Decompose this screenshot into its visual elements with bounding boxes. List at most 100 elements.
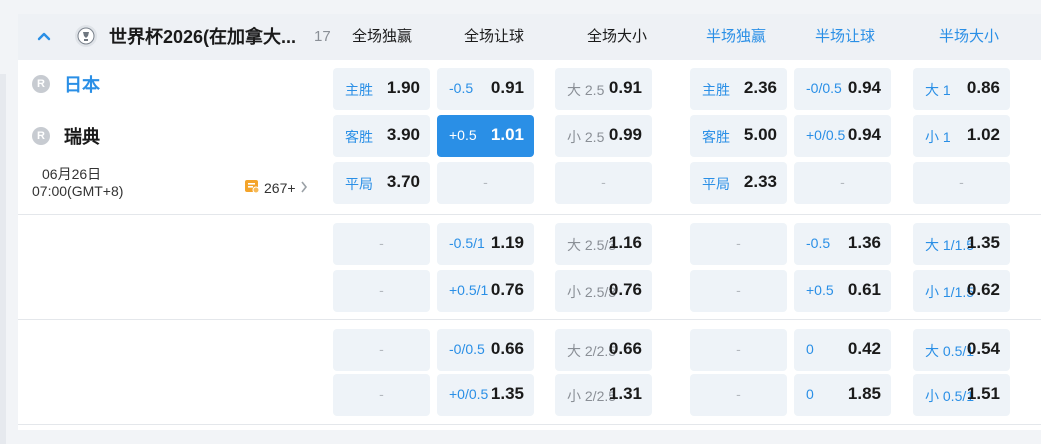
- odds-cell-ht-handicap[interactable]: 0 1.85: [794, 374, 891, 416]
- odds-cell-ht-handicap[interactable]: -0/0.5 0.94: [794, 68, 891, 110]
- odds-cell-ht-handicap[interactable]: -0.5 1.36: [794, 223, 891, 265]
- odds-cell-ht-over-under[interactable]: 大 0.5/1 0.54: [913, 329, 1010, 371]
- empty-odds: -: [379, 235, 384, 251]
- odds-cell-ft-over-under[interactable]: 大 2.5/3 1.16: [555, 223, 652, 265]
- odds-value: 1.85: [847, 384, 881, 403]
- odds-cell-ht-1x2[interactable]: 平局 2.33: [690, 162, 787, 204]
- odds-cell-ft-handicap[interactable]: +0.5 1.01: [437, 115, 534, 157]
- row-divider: [18, 214, 1041, 215]
- odds-label: +0.5: [449, 127, 477, 143]
- odds-cell-ht-handicap[interactable]: +0.5 0.61: [794, 270, 891, 312]
- odds-value: 0.62: [966, 280, 1000, 299]
- odds-cell-ht-over-under[interactable]: 小 1/1.5 0.62: [913, 270, 1010, 312]
- odds-cell-ht-over-under[interactable]: 大 1/1.5 1.35: [913, 223, 1010, 265]
- header-ht-over-under: 半场大小: [938, 28, 999, 45]
- odds-cell-ft-over-under[interactable]: 小 2.5 0.99: [555, 115, 652, 157]
- away-team[interactable]: R 瑞典: [32, 123, 100, 149]
- empty-odds: -: [379, 341, 384, 357]
- odds-cell-ft-over-under[interactable]: 大 2.5 0.91: [555, 68, 652, 110]
- away-team-name: 瑞典: [64, 127, 100, 147]
- odds-cell-ht-1x2[interactable]: 主胜 2.36: [690, 68, 787, 110]
- row-divider: [18, 424, 1041, 425]
- odds-value: 0.76: [608, 280, 642, 299]
- odds-cell-ht-1x2: -: [690, 223, 787, 265]
- odds-label: 平局: [345, 176, 373, 192]
- odds-cell-ft-handicap[interactable]: -0/0.5 0.66: [437, 329, 534, 371]
- odds-cell-ft-1x2: -: [333, 329, 430, 371]
- odds-value: 0.66: [490, 339, 524, 358]
- league-name[interactable]: 世界杯2026(在加拿大...: [109, 25, 309, 49]
- odds-value: 5.00: [743, 125, 777, 144]
- empty-odds: -: [736, 235, 741, 251]
- odds-cell-ft-1x2: -: [333, 270, 430, 312]
- odds-value: 0.42: [847, 339, 881, 358]
- left-scrollbar[interactable]: [0, 74, 6, 444]
- odds-cell-ft-handicap[interactable]: +0/0.5 1.35: [437, 374, 534, 416]
- odds-cell-ht-1x2: -: [690, 270, 787, 312]
- world-cup-emblem-icon: [75, 25, 97, 47]
- odds-value: 3.70: [386, 172, 420, 191]
- odds-value: 1.36: [847, 233, 881, 252]
- odds-label: +0.5/1: [449, 282, 489, 298]
- odds-value: 0.66: [608, 339, 642, 358]
- empty-odds: -: [601, 174, 606, 190]
- odds-cell-ht-1x2: -: [690, 374, 787, 416]
- odds-cell-ht-over-under[interactable]: 大 1 0.86: [913, 68, 1010, 110]
- odds-cell-ft-1x2[interactable]: 主胜 1.90: [333, 68, 430, 110]
- odds-label: 主胜: [702, 82, 730, 98]
- odds-cell-ft-handicap[interactable]: +0.5/1 0.76: [437, 270, 534, 312]
- match-time: 07:00(GMT+8): [32, 183, 124, 199]
- odds-label: -0.5: [806, 235, 831, 251]
- empty-odds: -: [379, 386, 384, 402]
- odds-value: 1.90: [386, 78, 420, 97]
- more-markets-link[interactable]: 267+: [244, 178, 308, 197]
- odds-cell-ft-over-under[interactable]: 小 2.5/3 0.76: [555, 270, 652, 312]
- odds-cell-ht-over-under[interactable]: 小 1 1.02: [913, 115, 1010, 157]
- chevron-up-icon[interactable]: [35, 27, 53, 45]
- odds-value: 2.33: [743, 172, 777, 191]
- odds-cell-ft-handicap[interactable]: -0.5/1 1.19: [437, 223, 534, 265]
- odds-cell-ht-over-under[interactable]: 小 0.5/1 1.51: [913, 374, 1010, 416]
- odds-value: 0.99: [608, 125, 642, 144]
- odds-value: 0.94: [847, 125, 881, 144]
- odds-value: 1.31: [608, 384, 642, 403]
- odds-cell-ft-over-under[interactable]: 大 2/2.5 0.66: [555, 329, 652, 371]
- empty-odds: -: [959, 174, 964, 190]
- odds-label: 大 1: [925, 82, 951, 98]
- odds-label: +0.5: [806, 282, 834, 298]
- odds-label: 0: [806, 386, 814, 402]
- away-badge: R: [32, 127, 50, 145]
- odds-value: 0.91: [608, 78, 642, 97]
- odds-label: +0/0.5: [806, 127, 846, 143]
- odds-cell-ht-handicap[interactable]: +0/0.5 0.94: [794, 115, 891, 157]
- odds-label: -0/0.5: [449, 341, 485, 357]
- odds-cell-ft-1x2[interactable]: 平局 3.70: [333, 162, 430, 204]
- odds-cell-ht-handicap[interactable]: 0 0.42: [794, 329, 891, 371]
- row-divider: [18, 319, 1041, 320]
- odds-value: 0.91: [490, 78, 524, 97]
- home-team[interactable]: R 日本: [32, 71, 100, 97]
- odds-label: 小 1: [925, 129, 951, 145]
- home-team-name: 日本: [64, 75, 100, 95]
- empty-odds: -: [840, 174, 845, 190]
- home-badge: R: [32, 75, 50, 93]
- odds-label: 大 2.5: [567, 82, 605, 98]
- odds-cell-ft-over-under: -: [555, 162, 652, 204]
- odds-value: 1.35: [490, 384, 524, 403]
- odds-cell-ft-1x2[interactable]: 客胜 3.90: [333, 115, 430, 157]
- header-ft-over-under: 全场大小: [586, 28, 647, 45]
- empty-odds: -: [483, 174, 488, 190]
- stats-icon: [244, 178, 260, 197]
- empty-odds: -: [736, 341, 741, 357]
- odds-value: 0.54: [966, 339, 1000, 358]
- odds-cell-ht-1x2[interactable]: 客胜 5.00: [690, 115, 787, 157]
- odds-cell-ft-over-under[interactable]: 小 2/2.5 1.31: [555, 374, 652, 416]
- odds-label: 客胜: [702, 129, 730, 145]
- header-ht-handicap: 半场让球: [814, 28, 875, 45]
- odds-cell-ft-handicap[interactable]: -0.5 0.91: [437, 68, 534, 110]
- odds-cell-ft-1x2: -: [333, 223, 430, 265]
- odds-cell-ht-over-under: -: [913, 162, 1010, 204]
- odds-value: 1.02: [966, 125, 1000, 144]
- odds-label: 客胜: [345, 129, 373, 145]
- match-panel: 世界杯2026(在加拿大... 17 全场独赢 全场让球 全场大小 半场独赢 半…: [0, 14, 1041, 444]
